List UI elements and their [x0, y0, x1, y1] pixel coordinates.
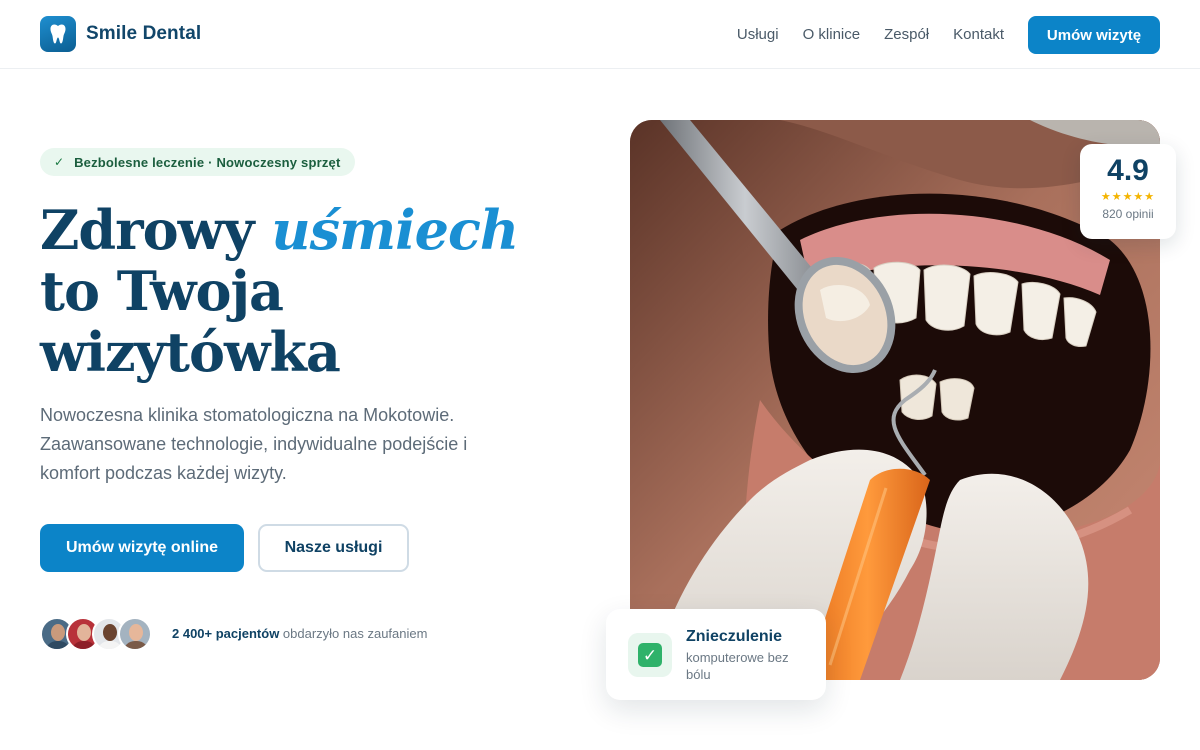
feature-icon-container: ✓: [628, 633, 672, 677]
feature-badge: ✓ Bezbolesne leczenie · Nowoczesny sprzę…: [40, 148, 355, 176]
hero-description: Nowoczesna klinika stomatologiczna na Mo…: [40, 405, 468, 483]
headline-line2: to Twoja: [40, 259, 284, 323]
avatar: [118, 617, 152, 651]
nav-link-kontakt[interactable]: Kontakt: [953, 26, 1004, 43]
brand-name: Smile Dental: [86, 23, 202, 44]
feature-title: Znieczulenie: [686, 628, 783, 645]
patient-avatars: [40, 617, 152, 651]
book-online-button[interactable]: Umów wizytę online: [40, 524, 244, 572]
brand[interactable]: Smile Dental: [40, 16, 201, 52]
headline-line3: wizytówka: [40, 320, 341, 384]
trust-statement: 2 400+ pacjentów obdarzyło nas zaufaniem: [172, 626, 427, 641]
review-count: 820 opinii: [1102, 207, 1154, 221]
hero-headline: Zdrowy uśmiech to Twoja wizytówka: [40, 200, 560, 383]
headline-accent: uśmiech: [271, 198, 519, 262]
trust-text: obdarzyło nas zaufaniem: [279, 626, 428, 641]
nav-link-o-klinice[interactable]: O klinice: [803, 26, 861, 43]
check-icon: ✓: [54, 155, 65, 169]
rating-card: 4.9 ★★★★★ 820 opinii: [1080, 144, 1176, 239]
star-rating-icon: ★★★★★: [1100, 191, 1156, 203]
rating-value: 4.9: [1107, 154, 1149, 187]
feature-card: ✓ Znieczulenie komputerowe bez bólu: [606, 609, 826, 700]
tooth-icon: [40, 16, 76, 52]
feature-subtitle: komputerowe bez bólu: [686, 650, 789, 682]
our-services-button[interactable]: Nasze usługi: [258, 524, 409, 572]
patient-count: 2 400+ pacjentów: [172, 626, 280, 641]
nav-links: Usługi O klinice Zespół Kontakt: [737, 26, 1004, 43]
book-visit-button[interactable]: Umów wizytę: [1028, 16, 1160, 54]
check-mark-icon: ✓: [638, 643, 662, 667]
headline-part1: Zdrowy: [40, 198, 272, 262]
badge-text: Bezbolesne leczenie · Nowoczesny sprzęt: [74, 154, 341, 170]
top-navigation: Smile Dental Usługi O klinice Zespół Kon…: [0, 0, 1200, 69]
nav-link-zespol[interactable]: Zespół: [884, 26, 929, 43]
nav-link-uslugi[interactable]: Usługi: [737, 26, 779, 43]
